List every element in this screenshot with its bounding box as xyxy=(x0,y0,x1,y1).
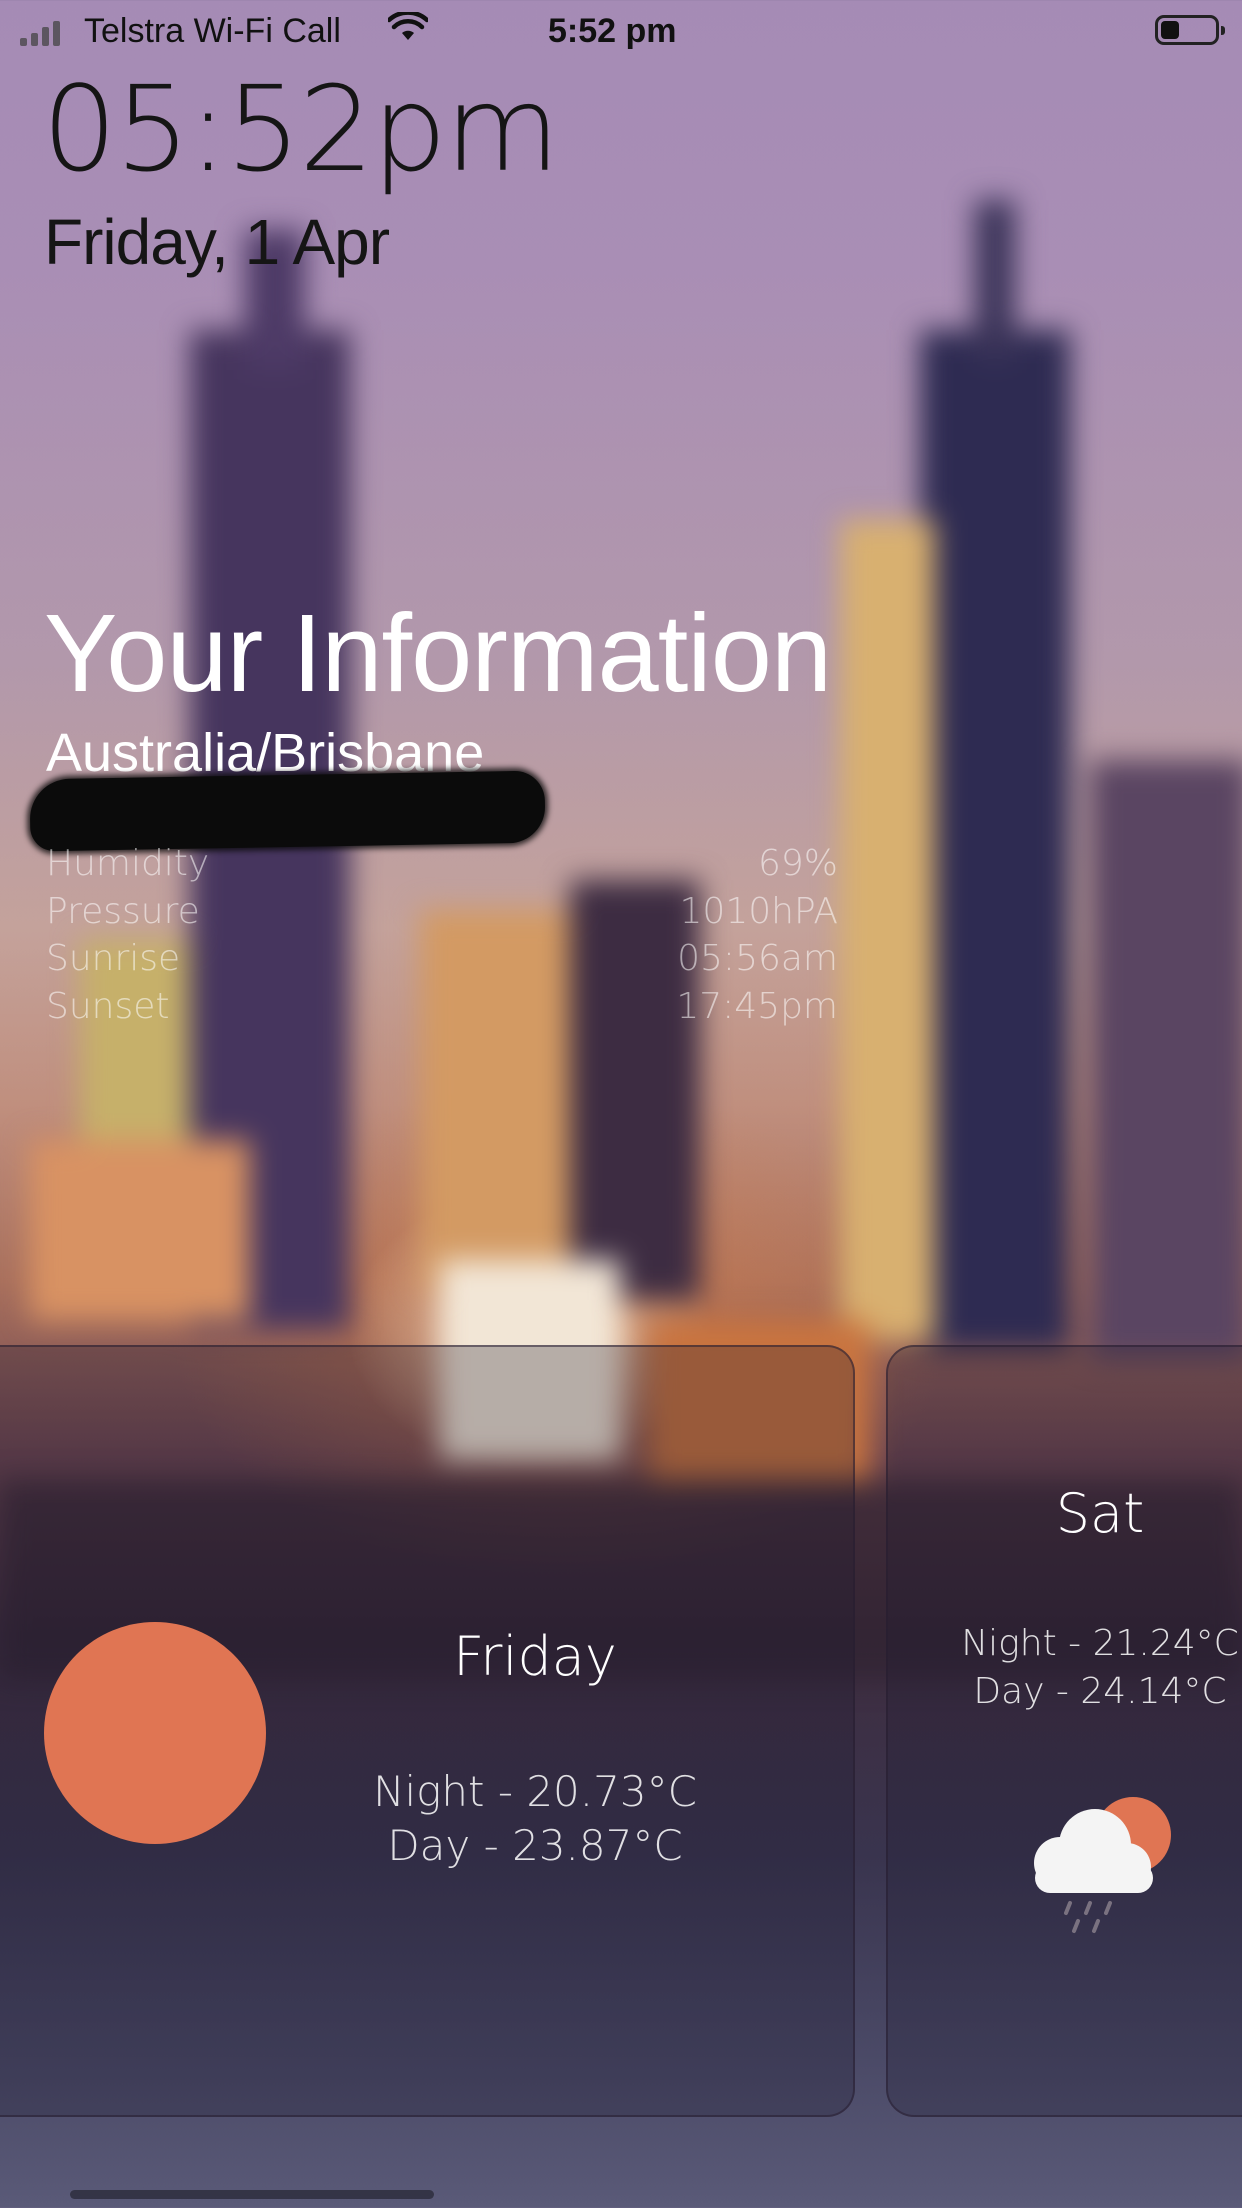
stat-value: 17:45pm xyxy=(676,985,838,1027)
signal-bars-icon xyxy=(20,18,60,46)
lock-date: Friday, 1 Apr xyxy=(44,206,390,278)
cloud-rain-sun-icon xyxy=(1015,1785,1185,1945)
night-temp: Night - 21.24°C xyxy=(961,1623,1239,1664)
home-indicator[interactable] xyxy=(70,2190,434,2199)
weather-stats: Humidity 69% Pressure 1010hPA Sunrise 05… xyxy=(46,840,838,1030)
status-time: 5:52 pm xyxy=(548,12,677,50)
battery-icon xyxy=(1155,15,1225,45)
battery-level xyxy=(1161,21,1179,39)
stat-value: 05:56am xyxy=(677,938,838,979)
night-temp: Night - 20.73°C xyxy=(373,1767,697,1816)
lock-clock: 05:52pm xyxy=(42,60,560,198)
forecast-temps: Night - 21.24°C Day - 24.14°C xyxy=(950,1620,1242,1716)
day-temp: Day - 24.14°C xyxy=(973,1671,1227,1712)
stat-label: Sunset xyxy=(46,985,170,1027)
forecast-day-name: Friday xyxy=(453,1625,617,1688)
sun-icon xyxy=(44,1622,266,1844)
stat-value: 69% xyxy=(757,843,838,884)
stat-row-sunset: Sunset 17:45pm xyxy=(46,983,838,1031)
wifi-icon xyxy=(386,10,430,51)
stat-value: 1010hPA xyxy=(679,890,838,932)
forecast-day-name: Sat xyxy=(1055,1482,1145,1545)
info-title: Your Information xyxy=(44,592,832,715)
stat-row-pressure: Pressure 1010hPA xyxy=(46,888,838,936)
status-bar: Telstra Wi-Fi Call 5:52 pm xyxy=(0,0,1242,62)
carrier-name: Telstra Wi-Fi Call xyxy=(84,12,341,50)
stat-label: Humidity xyxy=(46,843,210,884)
stat-row-sunrise: Sunrise 05:56am xyxy=(46,935,838,983)
forecast-temps: Night - 20.73°C Day - 23.87°C xyxy=(310,1765,760,1873)
stat-label: Sunrise xyxy=(46,938,181,979)
day-temp: Day - 23.87°C xyxy=(387,1821,683,1870)
stat-row-humidity: Humidity 69% xyxy=(46,840,838,888)
forecast-card-sat[interactable] xyxy=(886,1345,1242,2117)
stat-label: Pressure xyxy=(46,890,200,932)
